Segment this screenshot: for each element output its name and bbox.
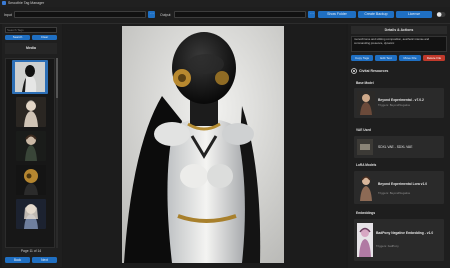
next-button[interactable]: Next — [32, 257, 57, 263]
media-thumbnail[interactable] — [16, 199, 46, 229]
search-button[interactable]: Search — [5, 35, 30, 40]
media-thumbnail[interactable] — [16, 131, 46, 161]
app-logo-icon — [2, 1, 6, 5]
search-tags-input[interactable] — [5, 27, 57, 33]
preview-image — [122, 26, 284, 263]
embeddings-heading: Embeddings — [356, 211, 376, 215]
vae-card[interactable]: SDXL VAE - SDXL VAE — [354, 136, 444, 158]
base-model-card[interactable]: Beyond Experimental - v7.0.2 Triggers: B… — [354, 88, 444, 118]
back-button[interactable]: Back — [5, 257, 30, 263]
create-backup-button[interactable]: Create Backup — [358, 11, 394, 18]
copy-tags-button[interactable]: Copy Tags — [351, 55, 373, 61]
embedding-name: BadPony Negative Embedding - v1.0 — [376, 231, 434, 235]
lora-name: Beyond Experimental Lora v1.0 — [378, 182, 428, 186]
media-thumbnail[interactable] — [16, 97, 46, 127]
base-model-thumbnail — [357, 91, 375, 115]
civitai-logo-icon — [351, 68, 357, 74]
title-bar: Smoothie Tag Manager — [0, 0, 450, 7]
clear-button[interactable]: Clear — [32, 35, 57, 40]
details-title: Details & Actions — [384, 28, 414, 32]
details-header: Details & Actions — [351, 26, 447, 34]
page-indicator: Page 11 of 14 — [20, 249, 42, 253]
civitai-resources-title: Civitai Resources — [359, 69, 389, 73]
theme-toggle-icon[interactable] — [436, 11, 446, 18]
delete-file-button[interactable]: Delete File — [423, 55, 445, 61]
vae-heading: VAE Used — [356, 128, 371, 132]
base-model-heading: Base Model — [356, 81, 374, 85]
media-thumbnail-selected[interactable] — [12, 60, 48, 94]
edit-text-button[interactable]: Edit Text — [375, 55, 397, 61]
vae-name: SDXL VAE - SDXL VAE — [378, 145, 413, 149]
media-title: Media — [26, 46, 36, 50]
output-path-field[interactable] — [174, 11, 306, 18]
embedding-triggers: Triggers: badPony — [376, 244, 399, 248]
media-header: Media — [5, 43, 57, 54]
input-label: Input — [4, 13, 12, 17]
embedding-card[interactable]: BadPony Negative Embedding - v1.0 Trigge… — [354, 219, 444, 261]
lora-heading: LoRA Models — [356, 163, 377, 167]
thumbnail-scrollbar[interactable] — [56, 58, 58, 248]
input-path-field[interactable] — [14, 11, 146, 18]
vae-thumbnail — [357, 139, 373, 155]
lora-triggers: Triggers: BeyondNegative — [378, 191, 411, 195]
app-title: Smoothie Tag Manager — [8, 1, 45, 5]
base-model-name: Beyond Experimental - v7.0.2 — [378, 98, 424, 102]
input-browse-button[interactable] — [148, 10, 155, 18]
output-browse-button[interactable] — [308, 10, 315, 18]
show-folder-button[interactable]: Show Folder — [318, 11, 356, 18]
base-model-triggers: Triggers: BeyondNegative — [378, 103, 411, 107]
move-file-button[interactable]: Move File — [399, 55, 421, 61]
license-button[interactable]: License — [396, 11, 432, 18]
media-thumbnail-list[interactable] — [5, 58, 55, 248]
output-label: Output — [160, 13, 171, 17]
embedding-thumbnail — [357, 223, 373, 257]
lora-thumbnail — [357, 174, 375, 201]
lora-card[interactable]: Beyond Experimental Lora v1.0 Triggers: … — [354, 171, 444, 204]
media-thumbnail[interactable] — [16, 165, 46, 195]
tag-text-area[interactable]: monochrome and striking composition, aes… — [351, 36, 447, 52]
